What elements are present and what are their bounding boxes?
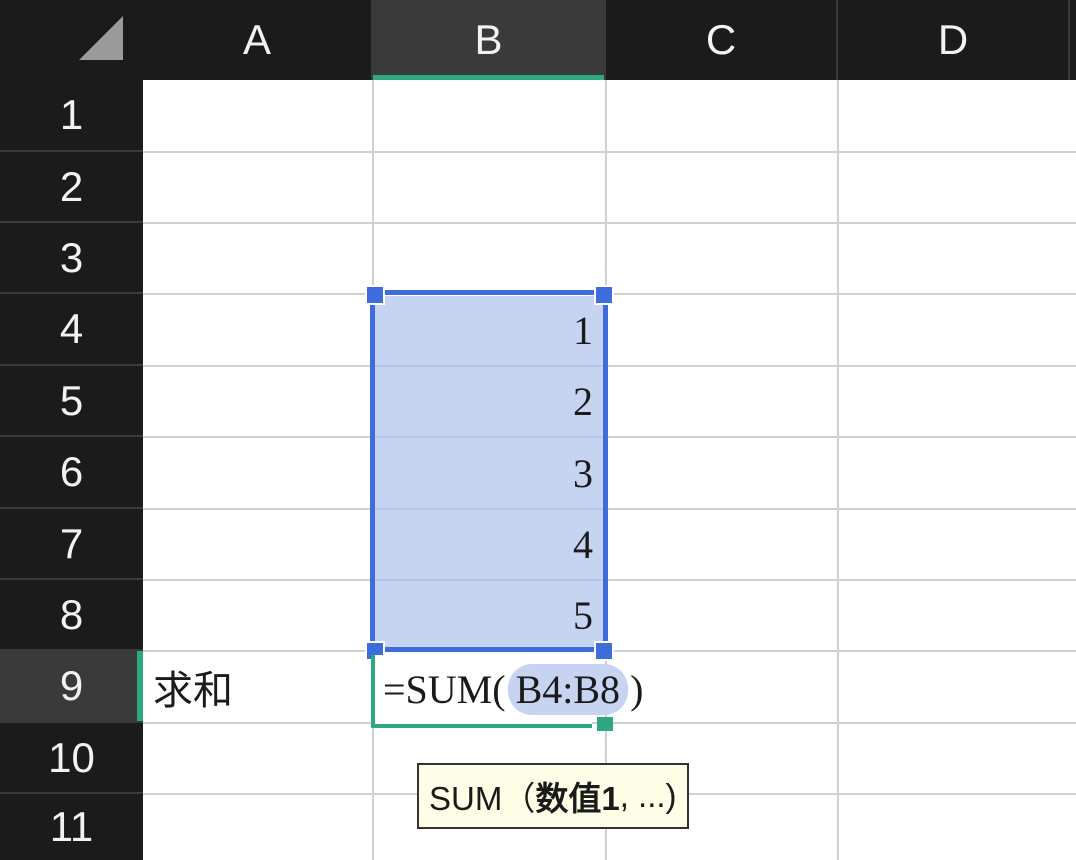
column-header-c[interactable]: C bbox=[606, 0, 838, 80]
formula-range-reference[interactable]: B4:B8 bbox=[507, 663, 629, 715]
column-header-a[interactable]: A bbox=[143, 0, 373, 80]
formula-prefix: =SUM( bbox=[383, 666, 506, 712]
gridline bbox=[143, 365, 1076, 367]
function-hint-tooltip: SUM（ 数值1 , ...) bbox=[417, 763, 689, 829]
row-header-10[interactable]: 10 bbox=[0, 723, 143, 794]
row-headers: 1 2 3 4 5 6 7 8 9 10 11 bbox=[0, 80, 143, 860]
row-header-2[interactable]: 2 bbox=[0, 152, 143, 223]
selection-handle-top-right[interactable] bbox=[594, 285, 614, 305]
column-header-d[interactable]: D bbox=[838, 0, 1070, 80]
row-header-4[interactable]: 4 bbox=[0, 294, 143, 366]
tooltip-rest: , ...) bbox=[619, 777, 677, 814]
column-header-b[interactable]: B bbox=[373, 0, 606, 80]
tooltip-current-argument: 数值1 bbox=[535, 780, 620, 817]
column-headers: A B C D bbox=[143, 0, 1076, 80]
gridline bbox=[143, 222, 1076, 224]
gridline bbox=[143, 151, 1076, 153]
range-selection-border bbox=[370, 290, 608, 652]
row-header-8[interactable]: 8 bbox=[0, 580, 143, 651]
row-header-3[interactable]: 3 bbox=[0, 223, 143, 294]
gridline bbox=[143, 508, 1076, 510]
row-header-9[interactable]: 9 bbox=[0, 651, 143, 723]
cell-grid[interactable]: 1 2 3 4 5 求和 =SUM( B4:B8 ) bbox=[143, 80, 1076, 860]
gridline bbox=[837, 80, 839, 860]
row-header-1[interactable]: 1 bbox=[0, 80, 143, 152]
selection-handle-top-left[interactable] bbox=[365, 285, 385, 305]
row-header-5[interactable]: 5 bbox=[0, 366, 143, 437]
cell-a9[interactable]: 求和 bbox=[143, 652, 372, 722]
select-all-triangle-icon bbox=[79, 16, 123, 60]
row-header-11[interactable]: 11 bbox=[0, 794, 143, 860]
gridline bbox=[143, 579, 1076, 581]
spreadsheet: A B C D 1 2 3 4 5 6 7 8 9 10 11 1 2 3 4 … bbox=[0, 0, 1076, 860]
row-header-7[interactable]: 7 bbox=[0, 509, 143, 580]
cell-b9-formula-editor[interactable]: =SUM( B4:B8 ) bbox=[383, 657, 643, 721]
row-header-6[interactable]: 6 bbox=[0, 437, 143, 509]
select-all-corner[interactable] bbox=[0, 0, 143, 80]
formula-suffix: ) bbox=[630, 666, 644, 712]
gridline bbox=[143, 436, 1076, 438]
tooltip-function: SUM（ bbox=[429, 780, 536, 817]
